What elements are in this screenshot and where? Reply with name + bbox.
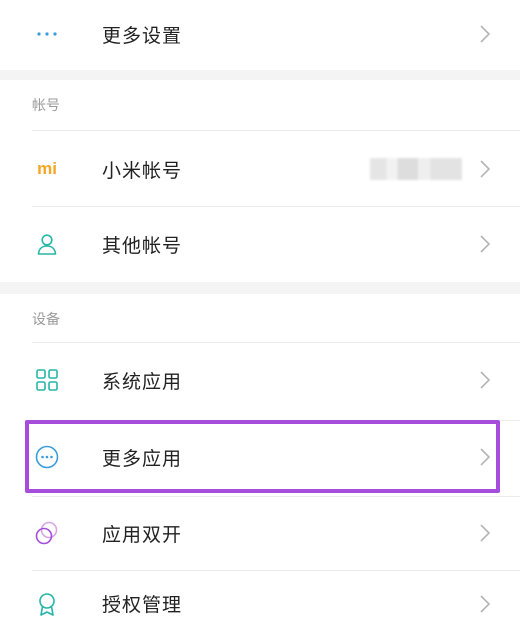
more-circle-icon bbox=[34, 444, 60, 470]
settings-row-system-apps[interactable]: 系统应用 bbox=[0, 344, 520, 416]
settings-row-permissions[interactable]: 授权管理 bbox=[0, 572, 520, 635]
divider bbox=[32, 342, 520, 343]
divider bbox=[32, 130, 520, 131]
row-label: 系统应用 bbox=[102, 370, 183, 393]
row-label: 应用双开 bbox=[102, 523, 183, 546]
section-title-device: 设备 bbox=[32, 312, 60, 328]
settings-row-more-settings[interactable]: 更多设置 bbox=[0, 0, 520, 68]
settings-row-mi-account[interactable]: mi 小米帐号 bbox=[0, 132, 520, 206]
chevron-right-icon bbox=[480, 235, 491, 253]
settings-row-more-apps[interactable]: 更多应用 bbox=[0, 422, 520, 492]
divider bbox=[32, 496, 520, 497]
row-label: 更多设置 bbox=[102, 24, 183, 47]
chevron-right-icon bbox=[480, 371, 491, 389]
redacted-account-id bbox=[370, 158, 462, 180]
divider bbox=[32, 420, 520, 421]
settings-row-dual-apps[interactable]: 应用双开 bbox=[0, 498, 520, 568]
divider bbox=[32, 570, 520, 571]
row-label: 授权管理 bbox=[102, 594, 183, 616]
dual-circles-icon bbox=[34, 520, 60, 546]
more-dots-icon bbox=[34, 21, 60, 47]
chevron-right-icon bbox=[480, 448, 491, 466]
section-title-account: 帐号 bbox=[32, 98, 60, 114]
row-label: 小米帐号 bbox=[102, 159, 183, 182]
settings-row-other-accounts[interactable]: 其他帐号 bbox=[0, 208, 520, 280]
section-gap bbox=[0, 70, 520, 80]
chevron-right-icon bbox=[480, 25, 491, 43]
chevron-right-icon bbox=[480, 524, 491, 542]
section-gap bbox=[0, 282, 520, 294]
grid-icon bbox=[34, 367, 60, 393]
mi-logo-text: mi bbox=[37, 159, 57, 178]
chevron-right-icon bbox=[480, 594, 491, 613]
row-label: 更多应用 bbox=[102, 447, 183, 470]
person-icon bbox=[34, 231, 60, 257]
mi-logo-icon: mi bbox=[34, 156, 60, 182]
chevron-right-icon bbox=[480, 160, 491, 178]
row-label: 其他帐号 bbox=[102, 234, 183, 257]
badge-icon bbox=[34, 591, 60, 617]
divider bbox=[32, 206, 520, 207]
